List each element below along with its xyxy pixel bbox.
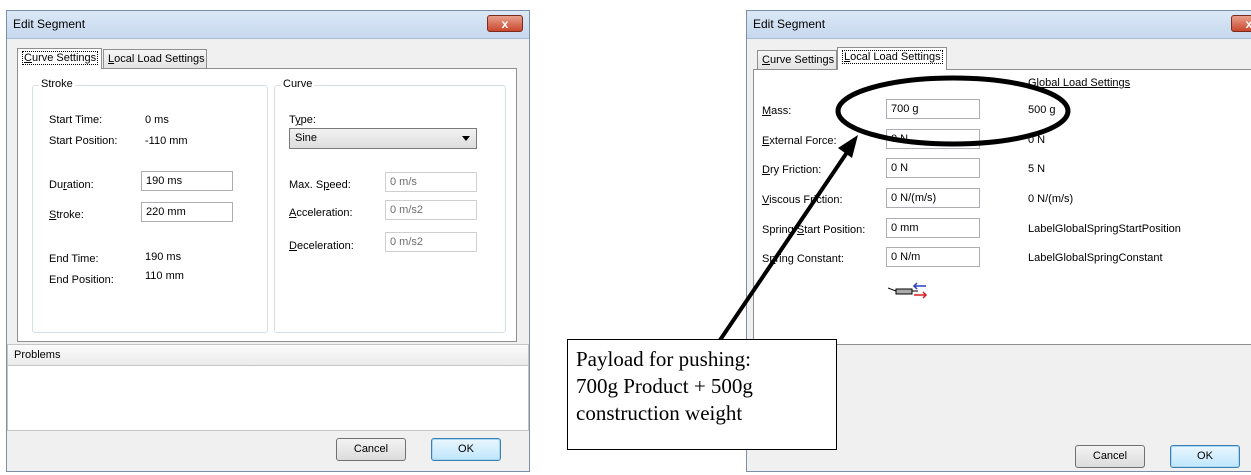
callout-line: construction weight: [576, 401, 743, 425]
callout-line: 700g Product + 500g: [576, 374, 753, 398]
annotation-arrow-head: [838, 135, 858, 158]
annotation-ellipse: [835, 75, 1071, 147]
callout-line: Payload for pushing:: [576, 347, 751, 371]
annotation-callout: Payload for pushing: 700g Product + 500g…: [567, 339, 837, 450]
annotation-arrow-line: [716, 146, 852, 345]
